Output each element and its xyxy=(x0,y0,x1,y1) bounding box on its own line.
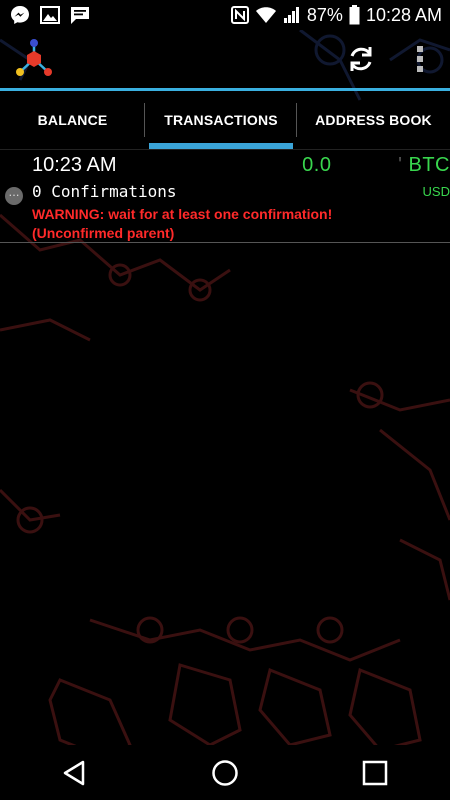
transaction-confirmations: 0 Confirmations xyxy=(32,182,177,201)
tab-transactions[interactable]: TRANSACTIONS xyxy=(145,91,297,149)
transaction-time: 10:23 AM xyxy=(32,154,117,176)
battery-percent: 87% xyxy=(306,4,343,25)
transaction-row[interactable]: 10:23 AM 0.0 ' BTC 0 Confirmations USD …… xyxy=(0,150,450,243)
tab-bar: BALANCE TRANSACTIONS ADDRESS BOOK xyxy=(0,91,450,150)
transaction-amount: 0.0 ' BTC xyxy=(302,154,450,176)
tab-selected-indicator xyxy=(149,143,293,149)
status-time: 10:28 AM xyxy=(365,4,442,25)
message-icon xyxy=(71,7,89,24)
overflow-menu-icon[interactable] xyxy=(416,45,424,73)
battery-icon xyxy=(349,5,360,25)
transaction-currency: BTC xyxy=(408,154,450,176)
navigation-bar xyxy=(0,745,450,800)
tab-address-book-label: ADDRESS BOOK xyxy=(315,112,432,128)
transaction-amount-value: 0.0 xyxy=(302,154,332,176)
signal-icon xyxy=(283,7,299,23)
action-bar xyxy=(0,30,450,88)
transaction-fiat-value: USD xyxy=(422,184,450,199)
nfc-icon xyxy=(230,6,249,24)
messenger-icon xyxy=(11,6,29,24)
refresh-icon[interactable] xyxy=(346,44,376,74)
tab-transactions-label: TRANSACTIONS xyxy=(164,112,278,128)
pending-icon: … xyxy=(5,187,23,205)
recents-icon[interactable] xyxy=(361,759,389,787)
back-icon[interactable] xyxy=(61,759,89,787)
mycelium-logo-icon[interactable] xyxy=(14,39,54,79)
home-icon[interactable] xyxy=(211,759,239,787)
status-bar: 87% 10:28 AM xyxy=(0,0,450,30)
image-icon xyxy=(40,6,60,24)
wifi-icon xyxy=(255,7,276,23)
row-divider xyxy=(0,242,450,243)
tab-balance[interactable]: BALANCE xyxy=(0,91,145,149)
tab-address-book[interactable]: ADDRESS BOOK xyxy=(297,91,450,149)
transaction-warning: WARNING: wait for at least one confirmat… xyxy=(32,205,332,243)
warning-line-1: WARNING: wait for at least one confirmat… xyxy=(32,206,333,222)
tab-balance-label: BALANCE xyxy=(37,112,108,128)
warning-line-2: (Unconfirmed parent) xyxy=(32,225,175,241)
